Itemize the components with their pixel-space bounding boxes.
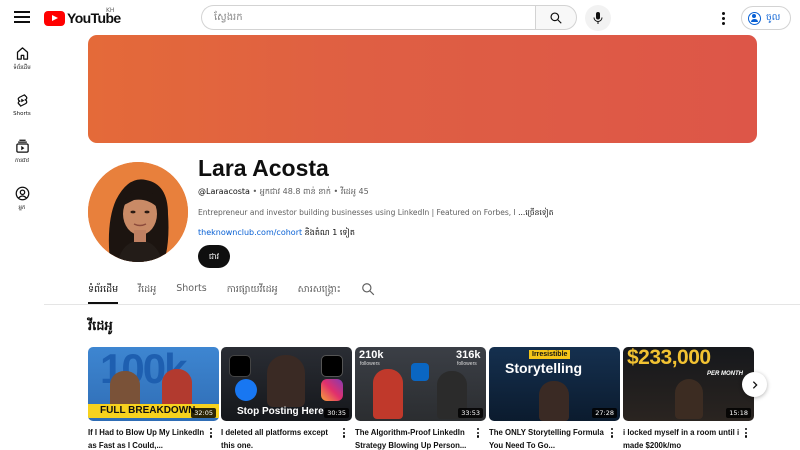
thumbnail-stat-left: 210k (359, 349, 384, 361)
thumbnail-text: $233,000 (627, 347, 711, 369)
video-title[interactable]: If I Had to Blow Up My LinkedIn as Fast … (88, 427, 206, 450)
settings-menu-icon[interactable] (716, 9, 730, 27)
home-icon (16, 47, 28, 60)
sign-in-label: ចូល (766, 12, 781, 23)
video-menu-icon[interactable] (340, 427, 348, 439)
facebook-icon (235, 379, 257, 401)
thumbnail-stat-left-sub: followers (360, 361, 380, 367)
video-title[interactable]: The ONLY Storytelling Formula You Need T… (489, 427, 607, 450)
description-more-link[interactable]: ...ច្រើនទៀត (516, 208, 553, 217)
thumbnail-person (675, 379, 703, 419)
youtube-play-icon (44, 10, 65, 26)
microphone-icon (593, 12, 603, 24)
thumbnail-person (267, 355, 305, 407)
tab-shorts[interactable]: Shorts (176, 280, 206, 304)
thumbnail-stat-right-sub: followers (457, 361, 477, 367)
sidebar-item-home[interactable]: ទំព័រដើម (0, 46, 44, 86)
menu-icon[interactable] (12, 9, 32, 27)
sidebar-item-label: អ្នក (18, 205, 26, 211)
search-input[interactable] (201, 5, 535, 30)
thumbnail-caption: Storytelling (505, 360, 583, 376)
sidebar-item-shorts[interactable]: Shorts (0, 93, 44, 133)
video-card[interactable]: 210k followers 316k followers 33:53 The … (355, 347, 486, 450)
video-card[interactable]: $233,000 PER MONTH 15:18 i locked myself… (623, 347, 754, 450)
video-title[interactable]: i locked myself in a room until i made $… (623, 427, 741, 450)
thumbnail-person (373, 369, 403, 419)
channel-meta: @Laraacosta • អ្នកជាវ 48.8 ពាន់ នាក់ • វ… (198, 186, 369, 198)
channel-avatar[interactable] (88, 162, 188, 262)
tabs-divider (44, 304, 800, 305)
channel-search-icon[interactable] (361, 282, 375, 296)
you-icon (15, 186, 29, 201)
thumbnail-caption: FULL BREAKDOWN (100, 405, 196, 416)
video-duration: 32:05 (191, 408, 216, 418)
channel-description[interactable]: Entrepreneur and investor building busin… (198, 208, 554, 219)
channel-banner (88, 35, 757, 143)
channel-handle: @Laraacosta (198, 187, 250, 196)
video-menu-icon[interactable] (608, 427, 616, 439)
x-icon (321, 355, 343, 377)
thumbnail-stat-right: 316k (456, 349, 481, 361)
sidebar: ទំព័រដើម Shorts ការជាវ អ្នក (0, 36, 44, 450)
sidebar-item-label: Shorts (13, 111, 31, 117)
video-menu-icon[interactable] (742, 427, 750, 439)
search-icon (550, 11, 562, 24)
channel-stats: • អ្នកជាវ 48.8 ពាន់ នាក់ • វីដេអូ 45 (249, 187, 369, 196)
channel-links: theknownclub.com/cohort និងតំណ 1 ទៀត (198, 227, 355, 239)
subscribe-button[interactable]: ជាវ (198, 245, 230, 268)
video-thumbnail[interactable]: 210k followers 316k followers 33:53 (355, 347, 486, 421)
video-menu-icon[interactable] (474, 427, 482, 439)
avatar-image (88, 162, 188, 262)
video-card[interactable]: 100k FULL BREAKDOWN 32:05 If I Had to Bl… (88, 347, 219, 450)
channel-more-links[interactable]: និងតំណ 1 ទៀត (302, 228, 355, 237)
account-icon (748, 11, 761, 25)
thumbnail-person (539, 381, 569, 421)
chevron-right-icon (752, 380, 758, 389)
shorts-icon (17, 94, 27, 107)
tab-live[interactable]: ការផ្សាយវីដេអូ (227, 280, 278, 304)
video-duration: 27:28 (592, 408, 617, 418)
video-menu-icon[interactable] (207, 427, 215, 439)
video-duration: 33:53 (458, 408, 483, 418)
instagram-icon (321, 379, 343, 401)
section-title: វីដេអូ (88, 319, 113, 334)
tiktok-icon (229, 355, 251, 377)
top-bar: YouTube KH ចូល (0, 0, 800, 36)
subscriptions-icon (15, 139, 29, 153)
channel-name: Lara Acosta (198, 155, 329, 181)
video-title[interactable]: I deleted all platforms except this one. (221, 427, 339, 450)
tab-home[interactable]: ទំព័រដើម (88, 280, 119, 304)
video-duration: 15:18 (726, 408, 751, 418)
sign-in-button[interactable]: ចូល (741, 6, 791, 30)
video-shelf: 100k FULL BREAKDOWN 32:05 If I Had to Bl… (88, 347, 768, 450)
shelf-next-button[interactable] (742, 372, 767, 397)
channel-description-text: Entrepreneur and investor building busin… (198, 208, 516, 217)
video-thumbnail[interactable]: 100k FULL BREAKDOWN 32:05 (88, 347, 219, 421)
video-card[interactable]: Irresistible Storytelling 27:28 The ONLY… (489, 347, 620, 450)
thumbnail-caption: PER MONTH (707, 371, 743, 377)
search-bar (201, 5, 577, 30)
sidebar-item-label: ការជាវ (15, 158, 29, 164)
sidebar-item-subscriptions[interactable]: ការជាវ (0, 139, 44, 179)
video-thumbnail[interactable]: Irresistible Storytelling 27:28 (489, 347, 620, 421)
voice-search-button[interactable] (585, 5, 611, 31)
tab-posts[interactable]: សារសង្គ្រោះ (298, 280, 341, 304)
thumbnail-caption: Stop Posting Here (237, 406, 324, 417)
thumbnail-tag: Irresistible (529, 350, 571, 359)
video-duration: 30:35 (324, 408, 349, 418)
search-button[interactable] (535, 5, 577, 30)
video-thumbnail[interactable]: $233,000 PER MONTH 15:18 (623, 347, 754, 421)
sidebar-item-label: ទំព័រដើម (13, 65, 31, 71)
video-card[interactable]: Stop Posting Here 30:35 I deleted all pl… (221, 347, 352, 450)
video-thumbnail[interactable]: Stop Posting Here 30:35 (221, 347, 352, 421)
linkedin-icon (411, 363, 429, 381)
channel-website-link[interactable]: theknownclub.com/cohort (198, 228, 302, 237)
channel-tabs: ទំព័រដើម វីដេអូ Shorts ការផ្សាយវីដេអូ សា… (88, 280, 375, 304)
tab-videos[interactable]: វីដេអូ (138, 280, 156, 304)
logo-country-code: KH (106, 7, 115, 14)
sidebar-item-you[interactable]: អ្នក (0, 186, 44, 226)
video-title[interactable]: The Algorithm-Proof LinkedIn Strategy Bl… (355, 427, 473, 450)
